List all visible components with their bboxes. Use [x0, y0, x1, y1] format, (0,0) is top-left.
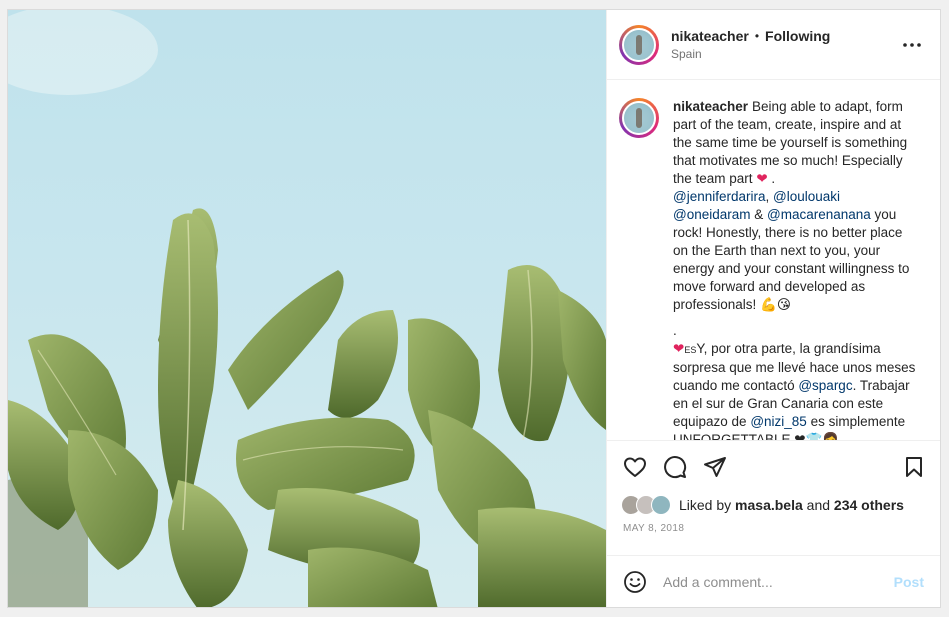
location-link[interactable]: Spain — [671, 47, 900, 61]
mention-link[interactable]: @jenniferdarira — [673, 189, 766, 204]
save-button[interactable] — [900, 453, 928, 481]
more-horizontal-icon — [903, 42, 921, 47]
avatar-image — [622, 101, 656, 135]
comment-box: Post — [607, 555, 940, 607]
share-button[interactable] — [701, 453, 729, 481]
post-sidebar: nikateacher • Following Spain nikateache… — [606, 10, 940, 607]
comment-input[interactable] — [661, 572, 894, 591]
post-photo[interactable] — [8, 10, 606, 607]
likes-connector: and — [806, 497, 831, 513]
caption-avatar[interactable] — [619, 98, 659, 138]
likes-row: Liked by masa.bela and 234 others — [607, 493, 940, 517]
post-header: nikateacher • Following Spain — [607, 10, 940, 80]
bookmark-icon — [906, 457, 922, 477]
caption-p1-end: . — [771, 171, 776, 186]
avatar-image — [622, 27, 656, 62]
mention-amp: & — [750, 207, 768, 222]
caption-mentions-after: you rock! Honestly, there is no better p… — [673, 207, 910, 312]
caption-mentions: @jenniferdarira, @loulouaki @oneidaram &… — [673, 188, 921, 314]
mention-link[interactable]: @nizi_85 — [750, 414, 807, 429]
banana-leaves-image — [8, 10, 606, 607]
mention-link[interactable]: @macarenanana — [767, 207, 871, 222]
profile-avatar[interactable] — [619, 24, 659, 65]
caption-area[interactable]: nikateacher Being able to adapt, form par… — [607, 80, 940, 441]
liker-username[interactable]: masa.bela — [735, 497, 803, 513]
header-line: nikateacher • Following — [671, 28, 900, 44]
flag-heart-emoji: ❤ — [673, 341, 685, 356]
post-comment-button[interactable]: Post — [894, 574, 924, 590]
header-username[interactable]: nikateacher — [671, 28, 749, 44]
emoji-button[interactable] — [623, 570, 647, 594]
caption-username[interactable]: nikateacher — [673, 99, 748, 114]
es-label: ES — [684, 345, 697, 355]
caption-paragraph-2: ❤ESY, por otra parte, la grandísima sorp… — [673, 340, 921, 441]
mention-link[interactable]: @spargc — [798, 378, 852, 393]
emoji-icon — [624, 570, 646, 593]
like-button[interactable] — [621, 453, 649, 481]
post-dialog: nikateacher • Following Spain nikateache… — [7, 9, 941, 608]
heart-emoji: ❤ — [756, 171, 768, 186]
mention-link[interactable]: @oneidaram — [673, 207, 751, 222]
liker-avatars[interactable] — [621, 495, 671, 515]
action-bar — [607, 441, 940, 493]
caption-paragraph-1: nikateacher Being able to adapt, form par… — [673, 98, 921, 188]
mention-link[interactable]: @loulouaki — [773, 189, 840, 204]
header-text: nikateacher • Following Spain — [671, 28, 900, 61]
avatar — [651, 495, 671, 515]
caption-row: nikateacher Being able to adapt, form par… — [619, 98, 928, 441]
likes-prefix: Liked by — [679, 497, 732, 513]
caption-dot-line: . — [673, 323, 677, 338]
comment-button[interactable] — [661, 453, 689, 481]
caption-text: nikateacher Being able to adapt, form par… — [673, 98, 921, 441]
share-icon — [704, 457, 726, 477]
caption-emojis: 💪😘 — [760, 297, 791, 312]
likes-count-link[interactable]: 234 others — [834, 497, 904, 513]
post-date[interactable]: MAY 8, 2018 — [607, 517, 940, 555]
separator-dot: • — [754, 29, 760, 43]
caption-p2-emojis: ❤👕👩 — [794, 432, 840, 441]
following-button[interactable]: Following — [765, 28, 830, 44]
heart-icon — [624, 457, 646, 477]
more-options-button[interactable] — [900, 33, 924, 57]
mention-sep: , — [765, 189, 774, 204]
comment-icon — [664, 456, 687, 479]
